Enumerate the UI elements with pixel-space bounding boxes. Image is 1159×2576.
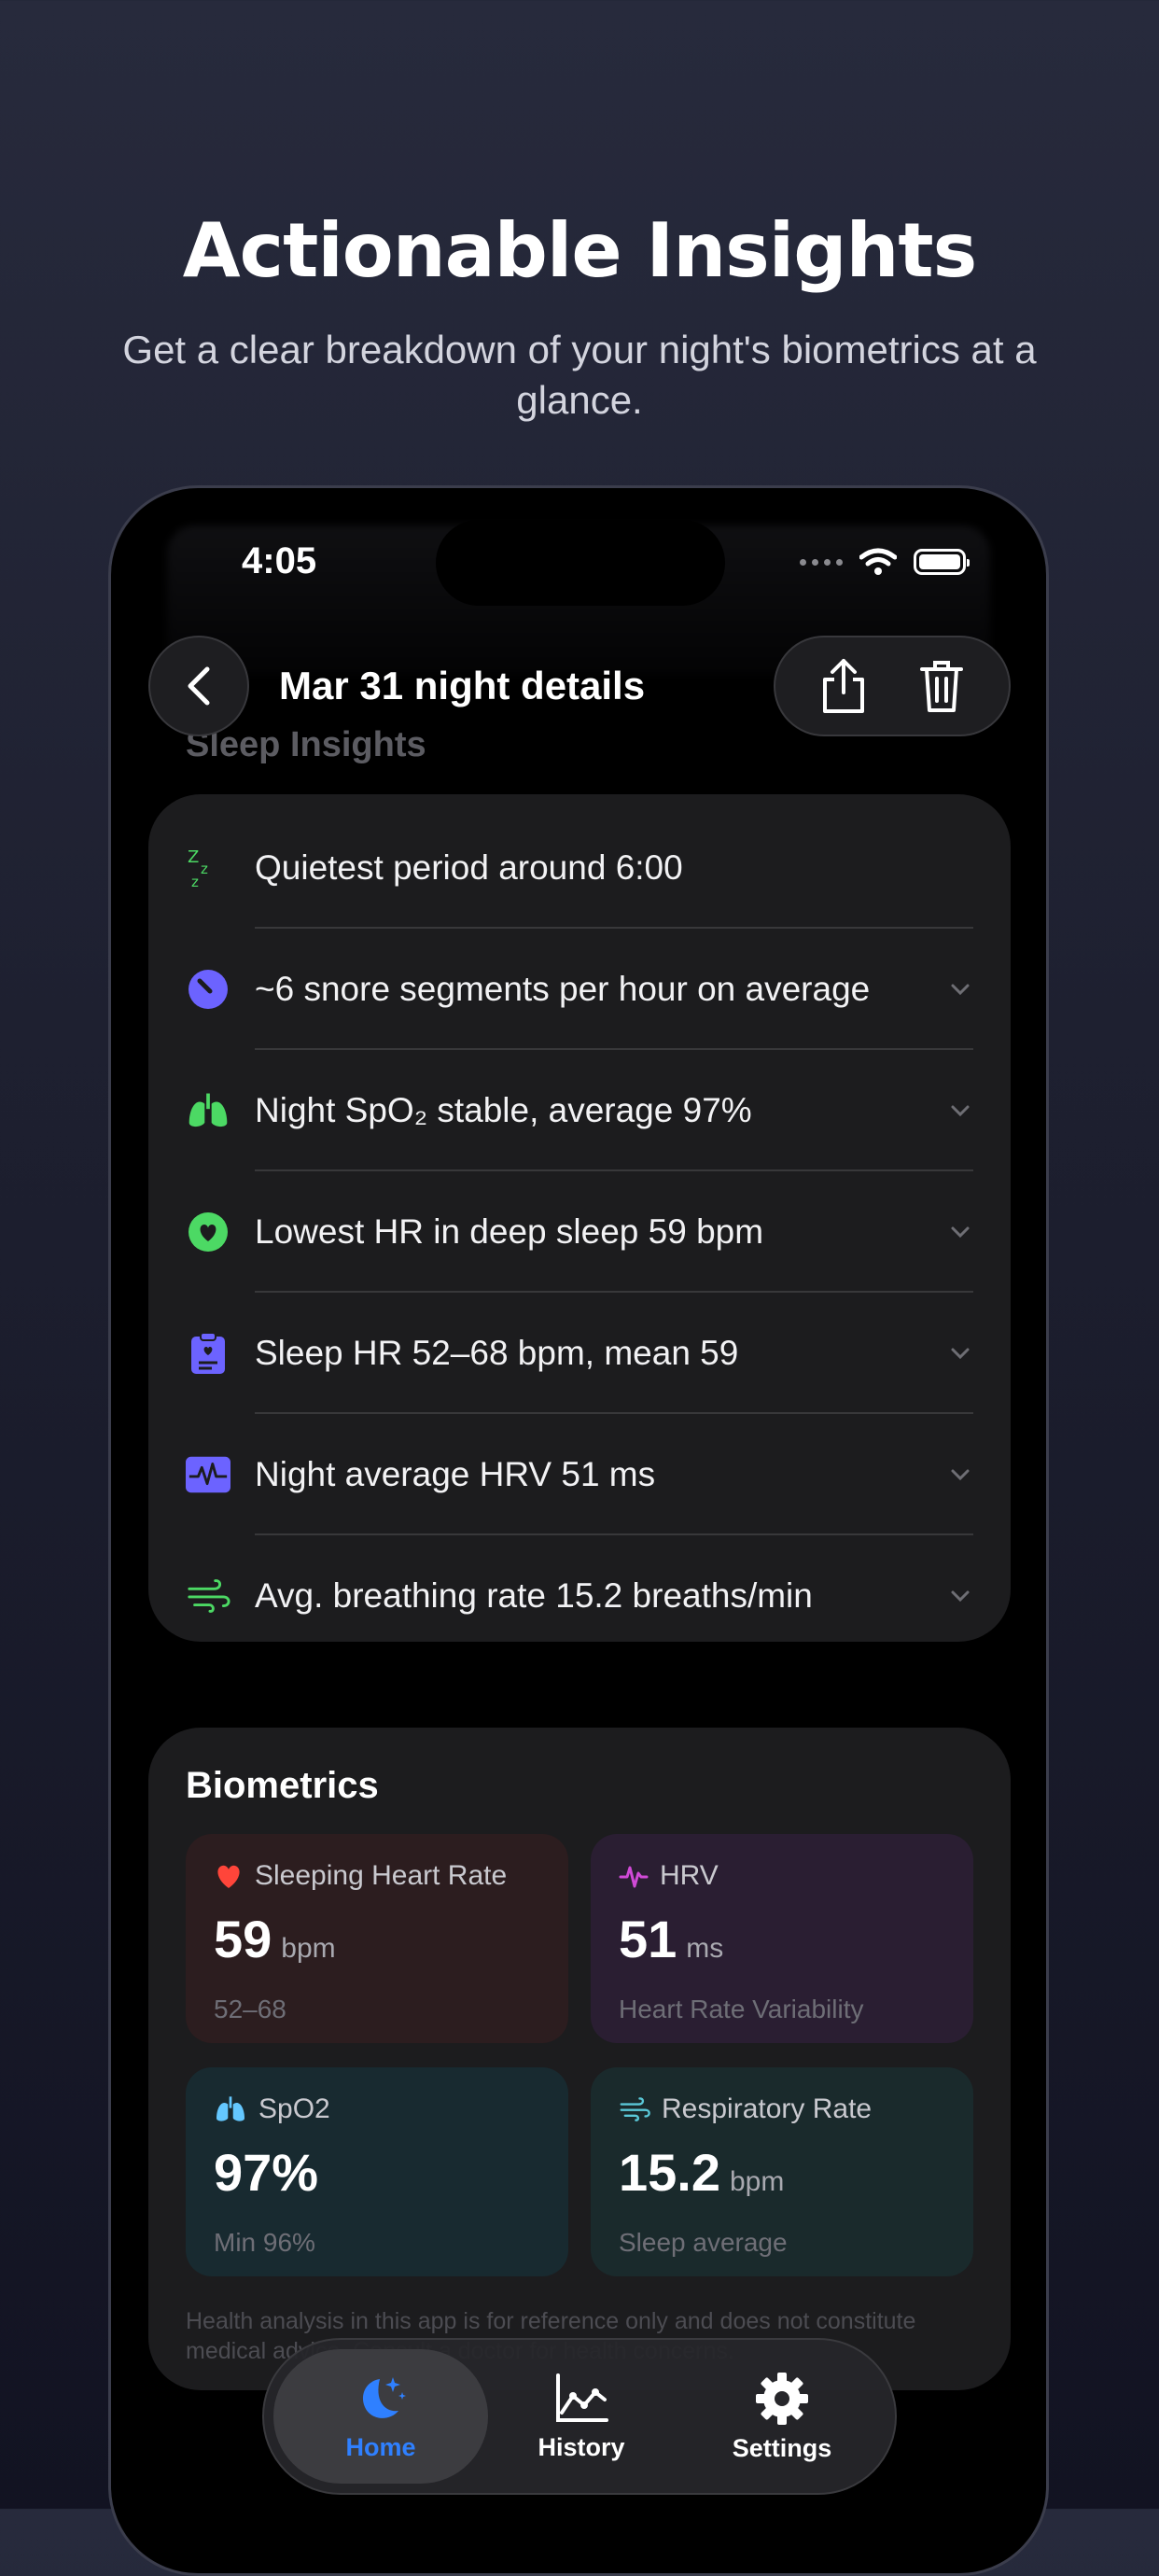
- insights-card: Zzz Quietest period around 6:00 ~6 snore…: [148, 794, 1011, 1642]
- insight-label: ~6 snore segments per hour on average: [255, 970, 871, 1008]
- heart-icon: [217, 1865, 240, 1888]
- biometrics-title: Biometrics: [186, 1765, 379, 1806]
- tab-label: Settings: [732, 2433, 832, 2462]
- insight-row: Zzz Quietest period around 6:00: [148, 807, 1011, 929]
- lungs-icon: [186, 1088, 230, 1133]
- wind-icon: [186, 1574, 230, 1618]
- dynamic-island: [436, 520, 725, 606]
- chevron-down-icon: [951, 1469, 970, 1481]
- tab-home[interactable]: Home: [273, 2349, 488, 2484]
- pulse-icon: [619, 1866, 649, 1888]
- moon-stars-icon: [362, 2376, 406, 2418]
- chevron-down-icon: [951, 1348, 970, 1360]
- tile-subtitle: Sleep average: [619, 2228, 788, 2257]
- tile-value: 59: [214, 1910, 272, 1968]
- tile-value: 15.2: [619, 2143, 720, 2202]
- phone-frame: 4:05 Sleep Insights Mar 31 night details: [108, 485, 1049, 2576]
- snore-gauge-icon: [186, 967, 230, 1012]
- hero-title: Actionable Insights: [182, 207, 978, 294]
- svg-text:Z: Z: [188, 847, 199, 867]
- tile-spo2[interactable]: SpO2 97% Min 96%: [186, 2067, 568, 2276]
- tile-value: 51: [619, 1910, 677, 1968]
- chevron-down-icon: [951, 984, 970, 996]
- tile-unit: bpm: [281, 1933, 336, 1964]
- tile-subtitle: Heart Rate Variability: [619, 1995, 864, 2023]
- tile-subtitle: Min 96%: [214, 2228, 315, 2257]
- insight-row[interactable]: Night average HRV 51 ms: [148, 1414, 1011, 1535]
- insight-label: Lowest HR in deep sleep 59 bpm: [255, 1212, 764, 1251]
- tab-settings[interactable]: Settings: [675, 2349, 889, 2484]
- chevron-left-icon: [188, 666, 210, 706]
- tab-label: History: [538, 2432, 625, 2461]
- wifi-icon: [859, 548, 897, 575]
- tab-label: Home: [345, 2432, 416, 2461]
- insight-label: Avg. breathing rate 15.2 breaths/min: [255, 1576, 813, 1615]
- svg-text:z: z: [191, 874, 199, 890]
- tile-name: Sleeping Heart Rate: [255, 1860, 508, 1891]
- insight-row[interactable]: Avg. breathing rate 15.2 breaths/min: [148, 1535, 1011, 1657]
- insight-label: Quietest period around 6:00: [255, 848, 683, 887]
- lungs-icon: [216, 2096, 244, 2121]
- gear-icon: [756, 2372, 808, 2425]
- chart-line-icon: [556, 2373, 608, 2422]
- heart-circle-icon: [186, 1210, 230, 1254]
- chevron-down-icon: [951, 1590, 970, 1603]
- tile-name: Respiratory Rate: [662, 2093, 873, 2124]
- insight-label: Night SpO₂ stable, average 97%: [255, 1091, 752, 1129]
- tile-unit: ms: [686, 1933, 724, 1964]
- tile-sleeping-heart-rate[interactable]: Sleeping Heart Rate 59 bpm 52–68: [186, 1834, 568, 2043]
- back-button[interactable]: [148, 636, 249, 736]
- wind-icon: [620, 2097, 650, 2121]
- svg-text:z: z: [201, 861, 208, 877]
- hero-subtitle: Get a clear breakdown of your night's bi…: [122, 328, 1037, 422]
- tile-name: SpO2: [258, 2093, 330, 2124]
- insight-row[interactable]: Sleep HR 52–68 bpm, mean 59: [148, 1293, 1011, 1414]
- chevron-down-icon: [951, 1105, 970, 1117]
- tile-hrv[interactable]: HRV 51 ms Heart Rate Variability: [591, 1834, 973, 2043]
- nav-actions: [774, 636, 1011, 736]
- tile-value: 97%: [214, 2143, 319, 2202]
- insight-row[interactable]: Lowest HR in deep sleep 59 bpm: [148, 1171, 1011, 1293]
- trash-icon[interactable]: [918, 658, 965, 714]
- biometrics-card: Biometrics Sleeping Heart Rate 59 bpm 52–…: [148, 1728, 1011, 2390]
- status-bar: 4:05: [111, 488, 1046, 637]
- page-title: Mar 31 night details: [279, 664, 646, 707]
- clipboard-heart-icon: [186, 1331, 230, 1376]
- tile-subtitle: 52–68: [214, 1995, 286, 2023]
- insight-label: Night average HRV 51 ms: [255, 1455, 656, 1493]
- tab-history[interactable]: History: [474, 2349, 689, 2484]
- tile-name: HRV: [660, 1860, 719, 1891]
- battery-icon: [914, 549, 970, 575]
- share-icon[interactable]: [819, 657, 868, 715]
- insight-label: Sleep HR 52–68 bpm, mean 59: [255, 1334, 739, 1372]
- waveform-icon: [186, 1452, 230, 1497]
- signal-icon: [800, 558, 843, 566]
- chevron-down-icon: [951, 1226, 970, 1239]
- tab-bar: Home History Settings: [262, 2338, 897, 2495]
- section-title-ghost: Sleep Insights: [186, 725, 426, 764]
- insight-row[interactable]: ~6 snore segments per hour on average: [148, 929, 1011, 1050]
- insight-row[interactable]: Night SpO₂ stable, average 97%: [148, 1050, 1011, 1171]
- status-time: 4:05: [242, 540, 317, 581]
- tile-unit: bpm: [730, 2166, 785, 2197]
- zzz-icon: Zzz: [186, 846, 230, 890]
- tile-respiratory-rate[interactable]: Respiratory Rate 15.2 bpm Sleep average: [591, 2067, 973, 2276]
